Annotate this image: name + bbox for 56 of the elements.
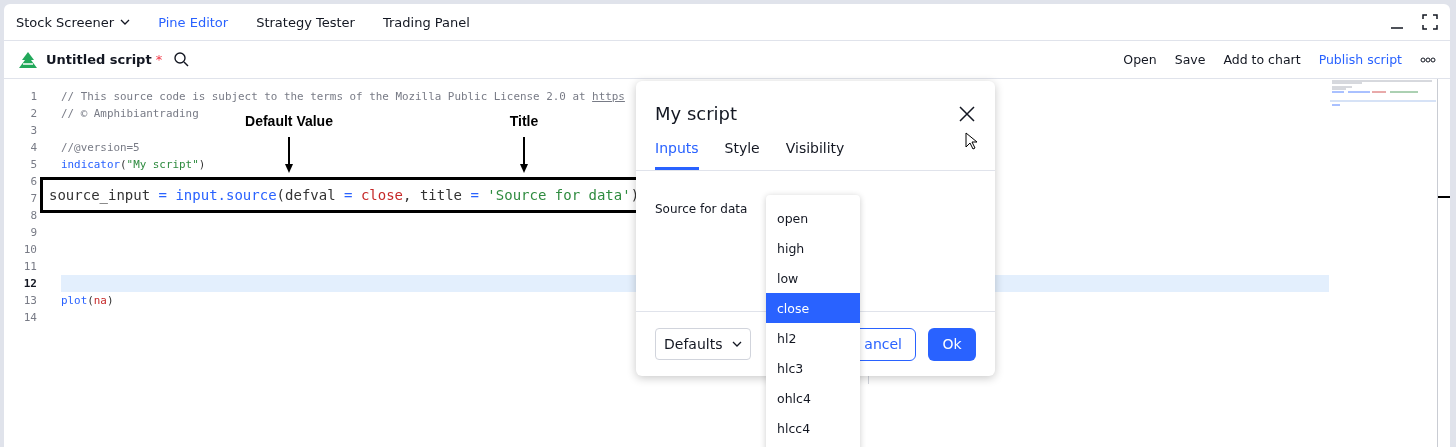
scroll-marker — [1438, 196, 1450, 198]
panel-tab[interactable]: Strategy Tester — [242, 14, 369, 30]
down-arrow — [519, 137, 529, 173]
pine-logo-icon — [18, 50, 38, 69]
code-line: // This source code is subject to the terms of the Mozilla Public License 2.0 at https — [61, 90, 625, 103]
dropdown-option[interactable]: hlcc4 — [766, 413, 860, 443]
close-icon[interactable] — [959, 105, 975, 122]
code-line: //@version=5 — [61, 141, 140, 154]
line-number: 3 — [29, 124, 37, 137]
script-title: Untitled script — [46, 52, 152, 67]
line-number: 8 — [29, 209, 37, 222]
chevron-down-icon — [120, 19, 131, 25]
line-number: 1 — [29, 90, 37, 103]
line-number: 7 — [29, 192, 37, 205]
chevron-down-icon — [732, 341, 743, 347]
line-number: 5 — [29, 158, 37, 171]
line-number: 13 — [22, 294, 37, 307]
menu-tab[interactable]: Stock Screener — [16, 14, 145, 30]
ok-button[interactable]: Ok — [928, 327, 976, 361]
line-number: 10 — [22, 243, 37, 256]
dialog-tab[interactable]: Inputs — [655, 140, 699, 170]
code-line: // © Amphibiantrading — [61, 107, 199, 120]
code-line: indicator("My script") — [61, 158, 206, 171]
line-number: 9 — [29, 226, 37, 239]
unsaved-mark: * — [155, 52, 163, 67]
code-line: plot(na) — [61, 294, 114, 307]
line-number: 6 — [29, 175, 37, 188]
line-number: 4 — [29, 141, 37, 154]
defaults-dropdown[interactable]: Defaults — [655, 328, 752, 360]
panel-tab[interactable]: Trading Panel — [368, 14, 484, 30]
dropdown-option[interactable]: open — [766, 203, 860, 233]
line-number: 2 — [29, 107, 37, 120]
dropdown-option[interactable]: ohlc4 — [766, 383, 860, 413]
dropdown-option[interactable]: close — [766, 293, 860, 323]
toolbar-button[interactable]: Open — [1123, 52, 1157, 67]
line-number: 11 — [22, 260, 37, 273]
dialog-title: My script — [655, 103, 738, 124]
dropdown-option[interactable]: low — [766, 263, 860, 293]
down-arrow — [284, 137, 294, 173]
mouse-cursor-icon — [965, 132, 977, 150]
more-icon[interactable] — [1420, 56, 1436, 63]
toolbar-button[interactable]: Add to chart — [1223, 52, 1301, 67]
fullscreen-icon[interactable] — [1422, 14, 1438, 30]
line-number: 12 — [22, 277, 37, 290]
dropdown-option[interactable]: high — [766, 233, 860, 263]
field-label: Source for data — [655, 202, 748, 216]
publish-button[interactable]: Publish script — [1318, 52, 1402, 67]
toolbar-button[interactable]: Save — [1174, 52, 1206, 67]
code-line: source_input = input.source(defval = close, title = 'Source for data') — [49, 187, 640, 203]
dialog-tab[interactable]: Visibility — [785, 140, 845, 170]
search-icon[interactable] — [174, 52, 190, 67]
panel-tab[interactable]: Pine Editor — [144, 14, 243, 30]
annotation-label: Default Value — [245, 113, 333, 129]
annotation-label: Title — [509, 113, 539, 129]
line-number: 14 — [22, 311, 37, 324]
dialog-tab[interactable]: Style — [724, 140, 760, 170]
